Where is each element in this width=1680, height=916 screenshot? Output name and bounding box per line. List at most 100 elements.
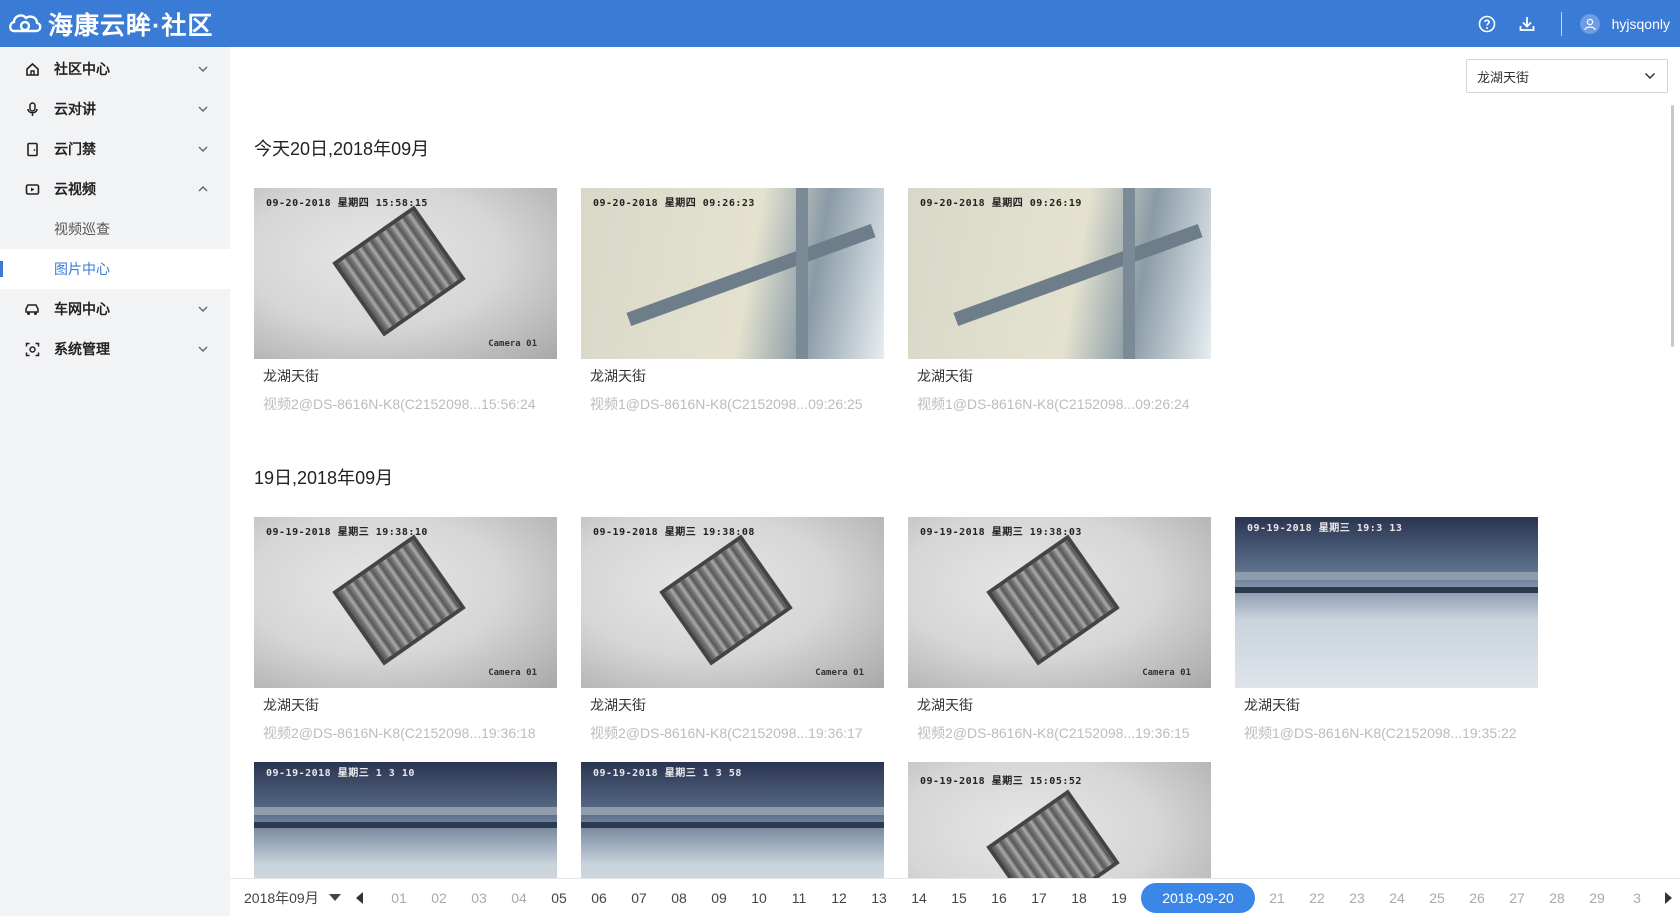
snapshot-location: 龙湖天街 <box>1244 697 1300 713</box>
day-item[interactable]: 02 <box>419 890 459 906</box>
chevron-down-icon <box>198 306 208 312</box>
snapshot-image[interactable]: 09-19-2018 星期三 19:38:10 Camera 01 <box>254 517 557 688</box>
day-item[interactable]: 07 <box>619 890 659 906</box>
snapshot-card[interactable]: 09-19-2018 星期三 19:38:03 Camera 01 龙湖天街 视… <box>908 517 1211 743</box>
snapshot-card[interactable]: 09-19-2018 星期三 19:38:08 Camera 01 龙湖天街 视… <box>581 517 884 743</box>
snapshot-timestamp: 09-19-2018 星期三 19:3 13 <box>1247 523 1403 534</box>
day-item[interactable]: 06 <box>579 890 619 906</box>
day-item[interactable]: 27 <box>1497 890 1537 906</box>
day-item[interactable]: 24 <box>1377 890 1417 906</box>
day-item[interactable]: 12 <box>819 890 859 906</box>
day-item[interactable]: 17 <box>1019 890 1059 906</box>
day-item[interactable]: 22 <box>1297 890 1337 906</box>
day-item[interactable]: 15 <box>939 890 979 906</box>
day-item[interactable]: 29 <box>1577 890 1617 906</box>
snapshot-description: 视频2@DS-8616N-K8(C2152098...19:36:15 <box>917 725 1190 741</box>
snapshot-image[interactable]: 09-20-2018 星期四 09:26:19 <box>908 188 1211 359</box>
snapshot-location: 龙湖天街 <box>263 697 319 713</box>
download-icon[interactable] <box>1517 14 1537 34</box>
home-icon <box>24 61 40 77</box>
snapshot-card[interactable]: 09-19-2018 星期三 1 3 10 <box>254 762 557 878</box>
day-item[interactable]: 28 <box>1537 890 1577 906</box>
snapshot-location: 龙湖天街 <box>917 368 973 384</box>
snapshot-card[interactable]: 09-19-2018 星期三 15:05:52 <box>908 762 1211 878</box>
snapshot-timestamp: 09-20-2018 星期四 15:58:15 <box>266 198 428 209</box>
snapshot-image[interactable]: 09-19-2018 星期三 19:38:08 Camera 01 <box>581 517 884 688</box>
snapshot-timestamp: 09-19-2018 星期三 19:38:08 <box>593 527 755 538</box>
header-divider <box>1560 11 1562 36</box>
snapshot-image[interactable]: 09-19-2018 星期三 19:3 13 <box>1235 517 1538 688</box>
day-item[interactable]: 11 <box>779 890 819 906</box>
day-item[interactable]: 13 <box>859 890 899 906</box>
snapshot-card[interactable]: 09-19-2018 星期三 19:3 13 龙湖天街 视频1@DS-8616N… <box>1235 517 1538 743</box>
day-item[interactable]: 3 <box>1617 890 1657 906</box>
cloud-eye-icon <box>8 7 42 41</box>
day-item[interactable]: 04 <box>499 890 539 906</box>
camera-label: Camera 01 <box>815 668 864 678</box>
next-arrow-icon[interactable] <box>1665 892 1672 904</box>
day-item[interactable]: 10 <box>739 890 779 906</box>
sidebar-subitem-image-center[interactable]: 图片中心 <box>0 249 230 289</box>
day-item[interactable]: 03 <box>459 890 499 906</box>
community-select[interactable]: 龙湖天街 <box>1466 59 1668 93</box>
chevron-down-icon <box>198 66 208 72</box>
avatar[interactable] <box>1579 13 1600 34</box>
snapshot-image[interactable]: 09-20-2018 星期四 09:26:23 <box>581 188 884 359</box>
snapshot-card[interactable]: 09-19-2018 星期三 1 3 58 <box>581 762 884 878</box>
day-item[interactable]: 05 <box>539 890 579 906</box>
day-item[interactable]: 23 <box>1337 890 1377 906</box>
day-item[interactable]: 21 <box>1257 890 1297 906</box>
sidebar-item-access[interactable]: 云门禁 <box>0 129 230 169</box>
snapshot-timestamp: 09-19-2018 星期三 19:38:10 <box>266 527 428 538</box>
snapshot-image[interactable]: 09-19-2018 星期三 15:05:52 <box>908 762 1211 878</box>
brand-logo[interactable]: 海康云眸·社区 <box>8 6 213 42</box>
day-item[interactable]: 19 <box>1099 890 1139 906</box>
day-item[interactable]: 14 <box>899 890 939 906</box>
day-item[interactable]: 08 <box>659 890 699 906</box>
sidebar-subitem-video-patrol[interactable]: 视频巡查 <box>0 209 230 249</box>
caret-down-icon <box>328 894 341 901</box>
day-item[interactable]: 18 <box>1059 890 1099 906</box>
snapshot-timestamp: 09-19-2018 星期三 19:38:03 <box>920 527 1082 538</box>
sidebar-item-community[interactable]: 社区中心 <box>0 49 230 89</box>
help-icon[interactable] <box>1477 14 1497 34</box>
sidebar-item-intercom[interactable]: 云对讲 <box>0 89 230 129</box>
scrollbar[interactable] <box>1671 105 1674 347</box>
snapshot-timestamp: 09-19-2018 星期三 1 3 58 <box>593 768 742 779</box>
snapshot-location: 龙湖天街 <box>590 368 646 384</box>
sidebar-item-system[interactable]: 系统管理 <box>0 329 230 369</box>
sidebar-item-label: 云对讲 <box>54 101 96 117</box>
day-list: 01 02 03 04 05 06 07 08 09 10 11 12 13 14 15 16 17 18 19 20… <box>379 882 1657 913</box>
section-title-today: 今天20日,2018年09月 <box>254 139 430 159</box>
snapshot-image[interactable]: 09-19-2018 星期三 1 3 10 <box>254 762 557 878</box>
section-title-19: 19日,2018年09月 <box>254 468 394 488</box>
camera-label: Camera 01 <box>1142 668 1191 678</box>
day-item[interactable]: 25 <box>1417 890 1457 906</box>
car-icon <box>24 301 40 317</box>
day-item[interactable]: 01 <box>379 890 419 906</box>
prev-arrow-icon[interactable] <box>356 891 363 904</box>
snapshot-card[interactable]: 09-20-2018 星期四 15:58:15 Camera 01 龙湖天街 视… <box>254 188 557 414</box>
camera-label: Camera 01 <box>488 668 537 678</box>
day-selected[interactable]: 2018-09-20 <box>1141 882 1255 913</box>
snapshot-card[interactable]: 09-20-2018 星期四 09:26:19 龙湖天街 视频1@DS-8616… <box>908 188 1211 414</box>
snapshot-card[interactable]: 09-19-2018 星期三 19:38:10 Camera 01 龙湖天街 视… <box>254 517 557 743</box>
chevron-down-icon <box>198 146 208 152</box>
day-item[interactable]: 09 <box>699 890 739 906</box>
username[interactable]: hyjsqonly <box>1612 16 1670 32</box>
sidebar-item-video[interactable]: 云视频 <box>0 169 230 209</box>
month-select[interactable]: 2018年09月 <box>230 888 350 908</box>
snapshot-card[interactable]: 09-20-2018 星期四 09:26:23 龙湖天街 视频1@DS-8616… <box>581 188 884 414</box>
snapshot-image[interactable]: 09-19-2018 星期三 1 3 58 <box>581 762 884 878</box>
snapshot-timestamp: 09-19-2018 星期三 1 3 10 <box>266 768 415 779</box>
sidebar-item-label: 云门禁 <box>54 141 96 157</box>
snapshot-description: 视频1@DS-8616N-K8(C2152098...09:26:24 <box>917 396 1190 412</box>
sidebar-item-vehicle[interactable]: 车网中心 <box>0 289 230 329</box>
sidebar: 社区中心 云对讲 云门禁 云视频 视频巡查 图片中心 车网中心 系统管理 <box>0 47 230 916</box>
day-item[interactable]: 26 <box>1457 890 1497 906</box>
snapshot-location: 龙湖天街 <box>590 697 646 713</box>
snapshot-image[interactable]: 09-19-2018 星期三 19:38:03 Camera 01 <box>908 517 1211 688</box>
snapshot-image[interactable]: 09-20-2018 星期四 15:58:15 Camera 01 <box>254 188 557 359</box>
day-item[interactable]: 16 <box>979 890 1019 906</box>
community-select-value: 龙湖天街 <box>1477 69 1530 85</box>
